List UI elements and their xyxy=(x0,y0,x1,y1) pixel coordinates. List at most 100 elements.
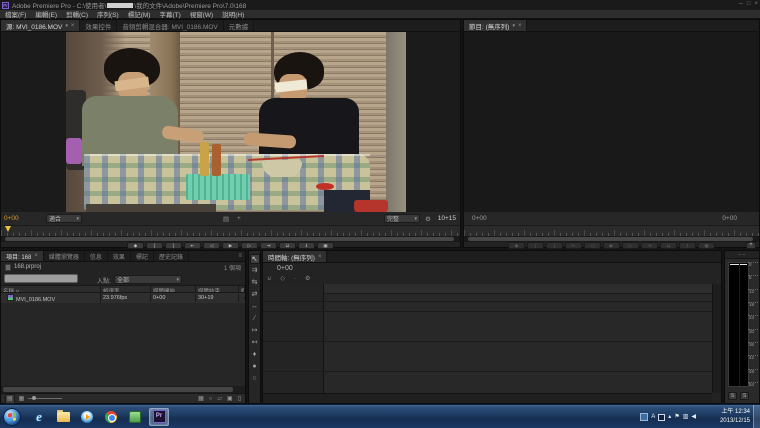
insert-button[interactable]: ⇊ xyxy=(660,242,677,249)
overwrite-button[interactable]: ⇓ xyxy=(298,242,315,249)
step-forward-button[interactable]: ▷ xyxy=(241,242,258,249)
ripple-edit-tool[interactable]: ⇆ xyxy=(250,278,260,288)
menu-item-6[interactable]: 視窗(W) xyxy=(190,9,213,19)
hand-tool[interactable]: ● xyxy=(250,362,260,372)
mark-out-button[interactable]: } xyxy=(165,242,182,249)
insert-button[interactable]: ⇊ xyxy=(279,242,296,249)
timeline-ruler[interactable] xyxy=(263,284,712,294)
export-frame-button[interactable]: ▣ xyxy=(317,242,334,249)
menu-item-5[interactable]: 字幕(T) xyxy=(159,9,180,19)
timeline-tracks-area[interactable] xyxy=(263,284,712,393)
panel-menu-icon[interactable]: ≡ xyxy=(235,251,245,261)
mark-out-button[interactable]: } xyxy=(546,242,563,249)
snap-icon[interactable]: ∪ xyxy=(267,275,271,282)
source-zoom-select[interactable]: 適合▾ xyxy=(46,214,82,223)
icon-view-button[interactable]: ▦ xyxy=(19,395,25,403)
go-to-in-button[interactable]: ⇤ xyxy=(184,242,201,249)
mark-in-button[interactable]: { xyxy=(527,242,544,249)
menu-item-4[interactable]: 標記(M) xyxy=(128,9,151,19)
column-header-4[interactable]: 媒體 xyxy=(239,286,245,292)
add-marker-button[interactable]: ◆ xyxy=(508,242,525,249)
zoom-tool[interactable]: ○ xyxy=(250,374,260,384)
tab-source-1[interactable]: 效果控件 xyxy=(80,20,117,31)
minimize-button[interactable]: ─ xyxy=(739,1,743,7)
thumbnail-zoom-slider[interactable] xyxy=(28,398,62,399)
tab-program[interactable]: 節目: (無序列) ▾ × xyxy=(464,20,527,31)
razor-tool[interactable]: ∕ xyxy=(250,314,260,324)
source-resolution-select[interactable]: 完整▾ xyxy=(384,214,420,223)
keyboard-icon[interactable] xyxy=(658,414,665,421)
source-time-ruler[interactable] xyxy=(1,225,460,236)
filter-select[interactable]: 全部▾ xyxy=(114,275,182,284)
step-back-button[interactable]: ◁ xyxy=(584,242,601,249)
find-button[interactable]: ○ xyxy=(209,395,213,403)
close-icon[interactable]: × xyxy=(318,254,322,260)
source-playhead[interactable] xyxy=(5,226,11,232)
ime-letter-icon[interactable]: A xyxy=(651,413,655,421)
rolling-edit-tool[interactable]: ⇄ xyxy=(250,290,260,300)
column-header-0[interactable]: 名稱 ∨ xyxy=(1,286,101,292)
mark-in-button[interactable]: { xyxy=(146,242,163,249)
hidden-icons-arrow[interactable]: ▴ xyxy=(668,413,671,421)
project-h-scrollbar-handle[interactable] xyxy=(3,387,233,392)
step-back-button[interactable]: ◁ xyxy=(203,242,220,249)
tab-project-5[interactable]: 歷史記錄 xyxy=(154,251,189,261)
tab-project-2[interactable]: 信息 xyxy=(85,251,108,261)
program-viewer[interactable] xyxy=(464,32,759,212)
taskbar-windows-explorer[interactable] xyxy=(53,408,73,426)
maximize-button[interactable]: □ xyxy=(747,1,751,7)
tab-source-0[interactable]: 源: MVI_0186.MOV▾× xyxy=(1,20,80,31)
list-view-button[interactable]: ▤ xyxy=(5,394,15,404)
overwrite-button[interactable]: ⇓ xyxy=(679,242,696,249)
show-desktop-button[interactable] xyxy=(753,405,760,428)
start-button[interactable] xyxy=(3,408,21,426)
program-scrollbar-handle[interactable] xyxy=(468,237,753,241)
marker-icon[interactable]: ◇ xyxy=(280,275,285,282)
program-add-button[interactable]: + xyxy=(746,242,756,249)
taskbar-premiere-pro[interactable]: Pr xyxy=(149,408,169,426)
menu-item-3[interactable]: 序列(S) xyxy=(97,9,119,19)
menu-item-2[interactable]: 剪輯(C) xyxy=(66,9,88,19)
tab-project-3[interactable]: 效果 xyxy=(108,251,131,261)
slip-tool[interactable]: ↦ xyxy=(250,326,260,336)
project-empty-area[interactable] xyxy=(1,303,245,386)
film-frame-icon[interactable]: ▤ xyxy=(223,215,229,223)
slide-tool[interactable]: ↤ xyxy=(250,338,260,348)
source-viewer[interactable] xyxy=(1,32,460,212)
tab-project-4[interactable]: 標記 xyxy=(131,251,154,261)
play-button[interactable]: ▶ xyxy=(222,242,239,249)
taskbar-clock[interactable]: 上午 12:34 2013/12/15 xyxy=(720,408,750,425)
close-icon[interactable]: × xyxy=(71,23,75,29)
track-select-tool[interactable]: ⇉ xyxy=(250,266,260,276)
menu-item-1[interactable]: 編輯(E) xyxy=(35,9,57,19)
add-marker-button[interactable]: ◆ xyxy=(127,242,144,249)
selection-tool[interactable]: ↖ xyxy=(250,254,260,264)
menu-item-0[interactable]: 檔案(F) xyxy=(5,9,26,19)
tab-project-0[interactable]: 項目: 168× xyxy=(1,251,44,261)
timeline-h-scrollbar[interactable] xyxy=(263,393,712,403)
tab-source-2[interactable]: 音頻剪輯混合器: MVI_0186.MOV xyxy=(117,20,223,31)
tab-source-3[interactable]: 元數據 xyxy=(224,20,255,31)
step-forward-button[interactable]: ▷ xyxy=(622,242,639,249)
export-frame-button[interactable]: ▣ xyxy=(698,242,715,249)
column-header-1[interactable]: 幀速率 xyxy=(101,286,151,292)
rate-stretch-tool[interactable]: ↔ xyxy=(250,302,260,312)
tab-timeline[interactable]: 時間軸: (無序列) × xyxy=(263,251,327,262)
menu-item-7[interactable]: 說明(H) xyxy=(222,9,244,19)
close-icon[interactable]: × xyxy=(34,253,38,259)
taskbar-green-app[interactable] xyxy=(125,408,145,426)
table-row[interactable]: MVI_0186.MOV23.976fps0+0030+19 xyxy=(1,293,245,303)
close-icon[interactable]: × xyxy=(518,23,522,29)
speaker-icon[interactable]: ◀ xyxy=(691,413,696,421)
pen-tool[interactable]: ♦ xyxy=(250,350,260,360)
column-header-2[interactable]: 媒體開始 xyxy=(151,286,196,292)
plus-icon[interactable]: + xyxy=(237,215,241,222)
search-input[interactable] xyxy=(4,274,78,283)
network-icon[interactable]: ▥ xyxy=(683,413,689,421)
program-time-ruler[interactable] xyxy=(464,225,759,236)
delete-button[interactable]: ▯ xyxy=(238,395,241,403)
solo-button-0[interactable]: S xyxy=(728,392,737,400)
action-center-flag-icon[interactable]: ⚑ xyxy=(674,413,679,421)
go-to-out-button[interactable]: ⇥ xyxy=(641,242,658,249)
go-to-in-button[interactable]: ⇤ xyxy=(565,242,582,249)
